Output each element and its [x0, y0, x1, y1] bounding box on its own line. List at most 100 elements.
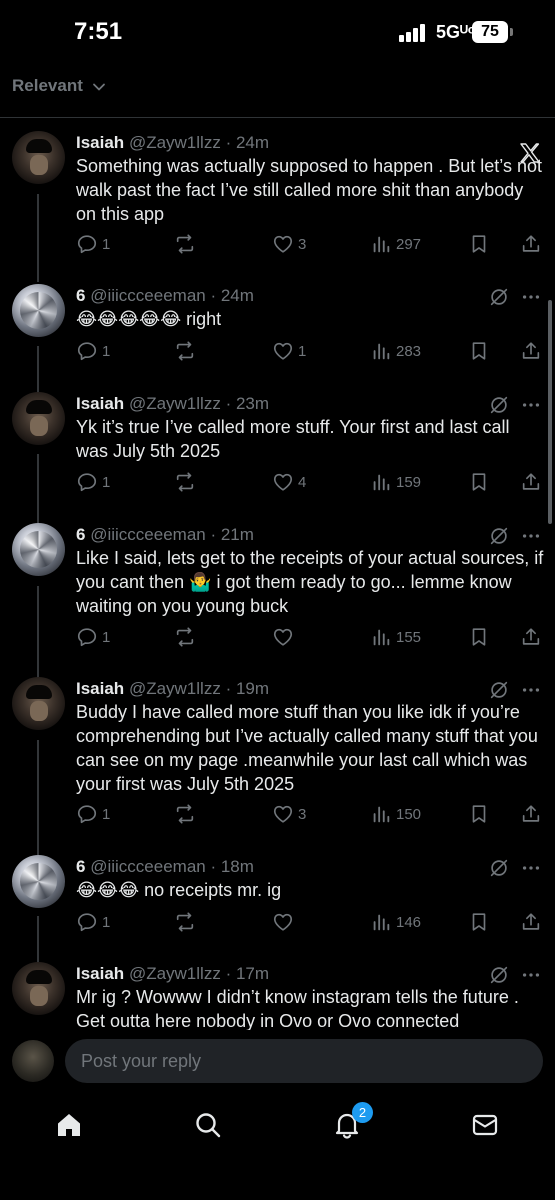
author-handle[interactable]: @iiiccceeeman [90, 857, 206, 876]
bookmark-button[interactable] [468, 338, 490, 364]
author-handle[interactable]: @Zayw1llzz [129, 133, 221, 152]
author-name[interactable]: Isaiah [76, 964, 124, 983]
avatar[interactable] [12, 855, 65, 908]
post-time: · 21m [210, 525, 254, 544]
author-handle[interactable]: @iiiccceeeman [90, 286, 206, 305]
more-icon[interactable] [520, 679, 542, 701]
like-button[interactable] [272, 624, 298, 650]
avatar[interactable] [12, 677, 65, 730]
repost-button[interactable] [174, 231, 196, 257]
more-icon[interactable] [520, 286, 542, 308]
repost-button[interactable] [174, 338, 196, 364]
views-button[interactable]: 150 [370, 801, 421, 827]
reply-input[interactable]: Post your reply [65, 1039, 543, 1083]
grok-icon[interactable] [488, 857, 510, 879]
sort-bar: Relevant [0, 66, 555, 118]
more-icon[interactable] [520, 964, 542, 986]
author-handle[interactable]: @iiiccceeeman [90, 525, 206, 544]
share-icon [522, 235, 540, 252]
view-count: 159 [396, 473, 422, 491]
thread-line [37, 194, 39, 282]
author-name[interactable]: 6 [76, 857, 85, 876]
grok-icon[interactable] [488, 679, 510, 701]
author-name[interactable]: Isaiah [76, 679, 124, 698]
like-button[interactable]: 4 [272, 469, 306, 495]
views-button[interactable]: 283 [370, 338, 421, 364]
author-name[interactable]: Isaiah [76, 394, 124, 413]
bookmark-button[interactable] [468, 469, 490, 495]
more-icon[interactable] [520, 394, 542, 416]
author-handle[interactable]: @Zayw1llzz [129, 964, 221, 983]
repost-button[interactable] [174, 624, 196, 650]
reply-button[interactable]: 1 [76, 231, 110, 257]
views-button[interactable]: 297 [370, 231, 421, 257]
scrollbar[interactable] [548, 300, 552, 524]
thread-line [37, 586, 39, 680]
views-button[interactable]: 146 [370, 909, 421, 935]
reply-button[interactable]: 1 [76, 469, 110, 495]
tab-home[interactable] [54, 1110, 88, 1144]
share-button[interactable] [520, 469, 542, 495]
avatar[interactable] [12, 284, 65, 337]
grok-icon[interactable] [488, 525, 510, 547]
views-button[interactable]: 159 [370, 469, 421, 495]
tweet-text: Buddy I have called more stuff than you … [76, 702, 538, 794]
author-handle[interactable]: @Zayw1llzz [129, 679, 221, 698]
reply-button[interactable]: 1 [76, 338, 110, 364]
tab-search[interactable] [193, 1110, 227, 1144]
post-time: · 18m [210, 857, 254, 876]
reply-button[interactable]: 1 [76, 624, 110, 650]
grok-icon[interactable] [488, 964, 510, 986]
share-button[interactable] [520, 909, 542, 935]
grok-icon[interactable] [488, 394, 510, 416]
share-button[interactable] [520, 624, 542, 650]
bookmark-button[interactable] [468, 801, 490, 827]
sort-dropdown[interactable]: Relevant [12, 76, 83, 96]
bookmark-icon [472, 235, 486, 253]
post-time: · 19m [225, 679, 270, 698]
avatar[interactable] [12, 962, 65, 1015]
bookmark-button[interactable] [468, 231, 490, 257]
reply-bar: Post your reply [0, 1030, 555, 1092]
repost-button[interactable] [174, 469, 196, 495]
tweet-actions: 1 155 [76, 624, 546, 650]
share-button[interactable] [520, 801, 542, 827]
reply-button[interactable]: 1 [76, 801, 110, 827]
repost-icon [176, 912, 194, 932]
bookmark-button[interactable] [468, 909, 490, 935]
grok-icon[interactable] [488, 286, 510, 308]
share-button[interactable] [520, 338, 542, 364]
avatar[interactable] [12, 523, 65, 576]
author-name[interactable]: 6 [76, 286, 85, 305]
reply-count: 1 [102, 628, 111, 646]
like-button[interactable]: 3 [272, 801, 306, 827]
more-icon[interactable] [520, 525, 542, 547]
tweet[interactable]: Isaiah @Zayw1llzz · 17m Mr ig ? Wowww I … [0, 962, 555, 1030]
repost-button[interactable] [174, 909, 196, 935]
like-button[interactable]: 1 [272, 338, 306, 364]
avatar[interactable] [12, 131, 65, 184]
reply-button[interactable]: 1 [76, 909, 110, 935]
user-avatar[interactable] [12, 1040, 54, 1082]
repost-button[interactable] [174, 801, 196, 827]
author-handle[interactable]: @Zayw1llzz [129, 394, 221, 413]
tab-messages[interactable] [470, 1110, 504, 1144]
chevron-down-icon[interactable] [92, 80, 106, 94]
author-name[interactable]: Isaiah [76, 133, 124, 152]
views-button[interactable]: 155 [370, 624, 421, 650]
share-button[interactable] [520, 231, 542, 257]
views-icon [373, 474, 390, 491]
like-button[interactable] [272, 909, 298, 935]
view-count: 146 [396, 913, 422, 931]
tweet-actions: 1 4 159 [76, 469, 546, 495]
more-icon[interactable] [520, 857, 542, 879]
like-count: 1 [298, 342, 307, 360]
reply-count: 1 [102, 913, 111, 931]
reply-count: 1 [102, 473, 111, 491]
reply-count: 1 [102, 235, 111, 253]
author-name[interactable]: 6 [76, 525, 85, 544]
avatar[interactable] [12, 392, 65, 445]
search-icon [196, 1113, 221, 1138]
bookmark-button[interactable] [468, 624, 490, 650]
like-button[interactable]: 3 [272, 231, 306, 257]
